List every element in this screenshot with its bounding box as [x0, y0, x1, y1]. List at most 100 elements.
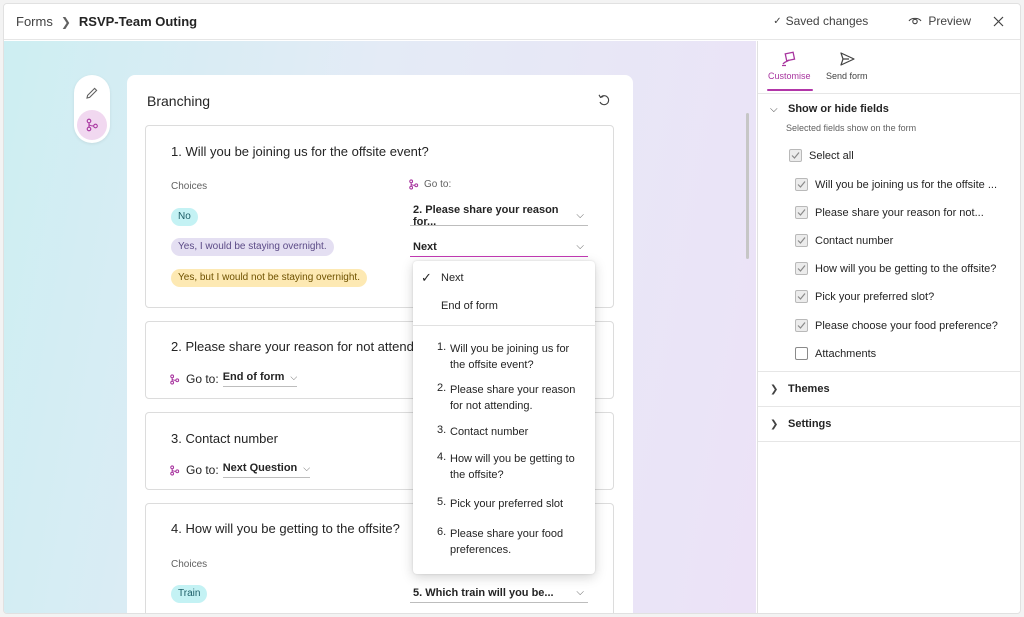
- goto-row: Go to: Next Question ⌵: [169, 462, 311, 478]
- checkmark-icon: [797, 265, 806, 272]
- checkbox-label: Please choose your food preference?: [815, 319, 998, 332]
- checkbox: [795, 262, 808, 275]
- edit-tool-button[interactable]: [82, 83, 102, 103]
- reset-button[interactable]: [597, 93, 611, 110]
- settings-pane: Customise Send form ⌵ Show or hide field…: [757, 41, 1020, 613]
- chevron-right-icon: ❯: [770, 383, 779, 395]
- checkmark-icon: [797, 237, 806, 244]
- tab-customise[interactable]: Customise: [768, 51, 811, 81]
- goto-label-text: Go to:: [424, 179, 452, 190]
- menu-item-label: the offsite event?: [450, 359, 534, 371]
- close-button[interactable]: [993, 16, 1004, 27]
- panel-title: Branching: [147, 93, 211, 109]
- settings-section[interactable]: ❯ Settings: [770, 418, 831, 430]
- checkbox-label: Attachments: [815, 347, 877, 360]
- chevron-down-icon: ⌵: [576, 241, 584, 252]
- tab-label: Send form: [826, 71, 868, 81]
- goto-dropdown-value: 5. Which train will you be...: [413, 586, 554, 599]
- pane-tabs: Customise Send form: [758, 41, 1020, 93]
- field-checkbox[interactable]: Will you be joining us for the offsite .…: [795, 178, 997, 191]
- menu-divider: [413, 325, 595, 326]
- breadcrumb: Forms ❯ RSVP-Team Outing: [16, 14, 197, 29]
- choice-pill: Train: [171, 585, 208, 603]
- breadcrumb-forms-link[interactable]: Forms: [16, 14, 53, 29]
- checkbox: [795, 319, 808, 332]
- checkbox-label: Will you be joining us for the offsite .…: [815, 178, 997, 191]
- menu-item-end-of-form[interactable]: End of form: [413, 298, 595, 314]
- goto-dropdown-value: 2. Please share your reason for...: [413, 203, 559, 228]
- checkbox-label: Select all: [809, 149, 854, 162]
- menu-item-label: End of form: [441, 300, 498, 312]
- chevron-right-icon: ❯: [60, 14, 71, 29]
- menu-item-number: 5.: [437, 496, 447, 508]
- menu-item-question-2[interactable]: 2. Please share your reason for not atte…: [413, 382, 595, 414]
- goto-dropdown[interactable]: 2. Please share your reason for... ⌵: [410, 203, 588, 228]
- save-status: ✓ Saved changes: [773, 14, 868, 28]
- tab-label: Customise: [768, 71, 811, 81]
- goto-dropdown[interactable]: End of form ⌵: [222, 371, 298, 387]
- question-title: 1. Will you be joining us for the offsit…: [171, 144, 429, 159]
- choice-pill: Yes, I would be staying overnight.: [171, 238, 334, 256]
- checkbox-label: Pick your preferred slot?: [815, 290, 935, 303]
- section-subtitle: Selected fields show on the form: [786, 123, 917, 133]
- menu-item-number: 4.: [437, 451, 447, 463]
- goto-dropdown[interactable]: 5. Which train will you be... ⌵: [410, 583, 588, 603]
- branch-icon: [170, 464, 180, 476]
- branch-icon: [170, 373, 180, 385]
- checkbox: [795, 290, 808, 303]
- menu-item-question-4[interactable]: 4. How will you be getting to the offsit…: [413, 451, 595, 483]
- section-title: Themes: [788, 383, 830, 395]
- menu-item-question-1[interactable]: 1. Will you be joining us for the offsit…: [413, 341, 595, 373]
- canvas-scrollbar[interactable]: [746, 113, 749, 259]
- branching-tool-button[interactable]: [77, 110, 107, 140]
- menu-item-label: preferences.: [450, 544, 512, 556]
- chevron-down-icon: ⌵: [290, 371, 298, 382]
- field-checkbox[interactable]: Contact number: [795, 234, 893, 247]
- branch-icon: [86, 118, 98, 132]
- question-title: 4. How will you be getting to the offsit…: [171, 521, 400, 536]
- goto-dropdown-open[interactable]: Next ⌵: [410, 237, 588, 257]
- checkmark-icon: [797, 293, 806, 300]
- checkmark-icon: [797, 181, 806, 188]
- divider: [758, 93, 1020, 94]
- checkmark-icon: [791, 152, 800, 159]
- field-checkbox[interactable]: How will you be getting to the offsite?: [795, 262, 996, 275]
- themes-section[interactable]: ❯ Themes: [770, 383, 830, 395]
- menu-item-question-5[interactable]: 5. Pick your preferred slot: [413, 496, 595, 512]
- menu-item-question-3[interactable]: 3. Contact number: [413, 424, 595, 440]
- checkmark-icon: [797, 322, 806, 329]
- question-title: 3. Contact number: [171, 431, 278, 446]
- menu-item-label: the offsite?: [450, 469, 504, 481]
- goto-dropdown[interactable]: Next Question ⌵: [222, 462, 311, 478]
- goto-text: Go to:: [186, 463, 219, 477]
- pencil-icon: [86, 87, 98, 99]
- preview-button[interactable]: Preview: [908, 14, 971, 28]
- field-checkbox[interactable]: Pick your preferred slot?: [795, 290, 934, 303]
- menu-item-question-6[interactable]: 6. Please share your food preferences.: [413, 526, 595, 558]
- menu-item-number: 1.: [437, 341, 447, 353]
- eye-icon: [908, 17, 922, 25]
- select-all-checkbox[interactable]: Select all: [789, 149, 854, 162]
- checkbox: [795, 178, 808, 191]
- menu-item-next[interactable]: ✓ Next: [413, 270, 595, 286]
- field-checkbox[interactable]: Please choose your food preference?: [795, 319, 998, 332]
- checkbox-label: Contact number: [815, 234, 894, 247]
- goto-dropdown-value: End of form: [222, 371, 285, 383]
- checkbox: [795, 234, 808, 247]
- menu-item-number: 2.: [437, 382, 447, 394]
- field-checkbox[interactable]: Please share your reason for not...: [795, 206, 984, 219]
- menu-item-label: for not attending.: [450, 400, 533, 412]
- checkmark-icon: ✓: [773, 15, 782, 27]
- tab-send-form[interactable]: Send form: [826, 51, 868, 81]
- checkbox: [795, 206, 808, 219]
- tool-rail: [74, 75, 110, 143]
- preview-label: Preview: [928, 14, 971, 28]
- save-status-label: Saved changes: [785, 14, 869, 28]
- show-hide-fields-section[interactable]: ⌵ Show or hide fields: [770, 103, 889, 115]
- choice-pill: No: [171, 208, 198, 226]
- close-icon: [993, 16, 1004, 26]
- branching-canvas: Branching 1. Will you be joining us for …: [4, 41, 756, 613]
- checkmark-icon: ✓: [421, 270, 432, 285]
- field-checkbox[interactable]: Attachments: [795, 347, 876, 360]
- undo-icon: [598, 94, 610, 106]
